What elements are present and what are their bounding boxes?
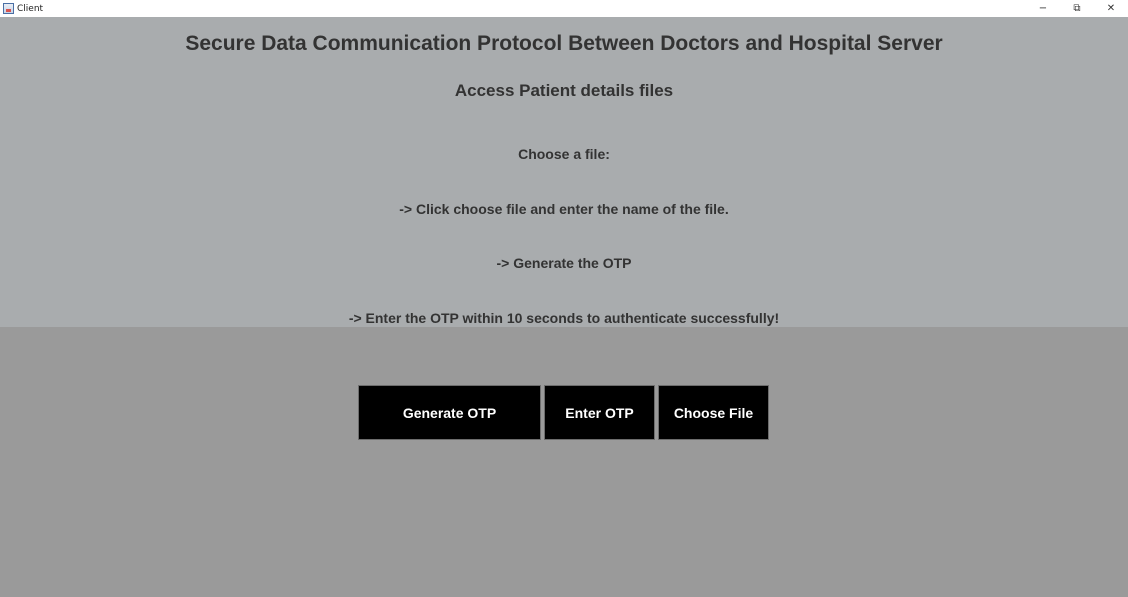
generate-otp-button[interactable]: Generate OTP xyxy=(358,385,541,440)
choose-file-button[interactable]: Choose File xyxy=(658,385,769,440)
java-app-icon xyxy=(3,3,14,14)
page-title: Secure Data Communication Protocol Betwe… xyxy=(185,32,943,55)
minimize-icon[interactable]: − xyxy=(1026,0,1060,17)
button-panel xyxy=(0,327,1128,597)
window-titlebar[interactable]: Client − ⧉ ✕ xyxy=(0,0,1128,17)
instruction-step-3: -> Enter the OTP within 10 seconds to au… xyxy=(348,310,780,326)
close-icon[interactable]: ✕ xyxy=(1094,0,1128,17)
instruction-choose-file: Choose a file: xyxy=(518,146,610,162)
page-subtitle: Access Patient details files xyxy=(454,81,674,100)
window-title: Client xyxy=(17,3,44,14)
info-panel xyxy=(0,17,1128,327)
restore-icon[interactable]: ⧉ xyxy=(1060,0,1094,17)
instruction-step-2: -> Generate the OTP xyxy=(496,255,632,271)
instruction-step-1: -> Click choose file and enter the name … xyxy=(399,201,729,217)
window-controls: − ⧉ ✕ xyxy=(1026,0,1128,17)
enter-otp-button[interactable]: Enter OTP xyxy=(544,385,655,440)
